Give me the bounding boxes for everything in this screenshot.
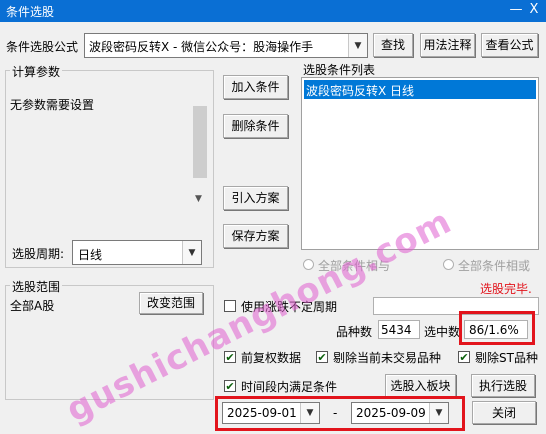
chevron-down-icon[interactable]: ▼ [348, 34, 367, 57]
count-value: 5434 [381, 323, 412, 337]
close-button[interactable]: 关闭 [472, 401, 536, 424]
prev-adjust-label: 前复权数据 [241, 351, 302, 365]
all-and-label: 全部条件相与 [318, 259, 391, 273]
conditions-list-item-label: 波段密码反转X 日线 [306, 84, 415, 98]
params-scrollbar[interactable]: ▼ [192, 90, 208, 212]
title-bar: 条件选股 — X [0, 0, 546, 22]
selected-label: 选中数 [424, 325, 461, 339]
scope-value: 全部A股 [10, 299, 55, 313]
exclude-st-label: 剔除ST品种 [475, 351, 538, 365]
find-button[interactable]: 查找 [373, 33, 413, 57]
to-block-button[interactable]: 选股入板块 [385, 374, 456, 397]
conditions-list-item[interactable]: 波段密码反转X 日线 [304, 80, 536, 99]
window-title: 条件选股 [6, 5, 55, 19]
params-group-title: 计算参数 [10, 63, 63, 80]
time-range-checkbox[interactable]: ✔ [224, 380, 236, 392]
all-or-label: 全部条件相或 [458, 259, 531, 273]
save-plan-button[interactable]: 保存方案 [223, 224, 288, 248]
close-window-button[interactable]: X [526, 2, 542, 18]
params-empty-text: 无参数需要设置 [10, 98, 95, 112]
run-selection-button[interactable]: 执行选股 [471, 374, 535, 397]
time-range-label: 时间段内满足条件 [241, 380, 338, 394]
use-uncertain-label: 使用涨跌不定周期 [241, 300, 338, 314]
formula-label: 条件选股公式 [6, 40, 79, 54]
highlight-box-selected [459, 311, 535, 345]
all-and-radio[interactable] [303, 259, 314, 270]
scroll-down-icon[interactable]: ▼ [195, 194, 202, 204]
period-value: 日线 [78, 248, 103, 262]
import-plan-button[interactable]: 引入方案 [223, 186, 288, 210]
period-label: 选股周期: [12, 247, 65, 261]
status-text: 选股完毕. [480, 282, 532, 296]
change-scope-button[interactable]: 改变范围 [139, 292, 203, 314]
exclude-untraded-label: 剔除当前未交易品种 [333, 351, 442, 365]
prev-adjust-checkbox[interactable]: ✔ [224, 351, 236, 363]
minimize-button[interactable]: — [508, 2, 524, 18]
exclude-untraded-checkbox[interactable]: ✔ [316, 351, 328, 363]
exclude-st-checkbox[interactable]: ✔ [458, 351, 470, 363]
conditions-title: 选股条件列表 [303, 63, 376, 77]
use-uncertain-checkbox[interactable] [224, 300, 236, 312]
scope-group-title: 选股范围 [10, 278, 63, 295]
all-or-radio[interactable] [443, 259, 454, 270]
highlight-box-dates [215, 396, 465, 431]
view-formula-button[interactable]: 查看公式 [481, 33, 538, 57]
remove-condition-button[interactable]: 删除条件 [223, 114, 288, 138]
formula-select[interactable]: 波段密码反转X - 微信公众号：股海操作手 ▼ [84, 33, 368, 58]
conditions-list[interactable]: 波段密码反转X 日线 [301, 77, 539, 250]
count-field: 5434 [378, 320, 420, 339]
count-label: 品种数 [336, 325, 373, 339]
scrollbar-thumb[interactable] [193, 106, 207, 178]
usage-button[interactable]: 用法注释 [420, 33, 475, 57]
chevron-down-icon[interactable]: ▼ [182, 241, 201, 264]
add-condition-button[interactable]: 加入条件 [223, 75, 288, 99]
formula-select-value: 波段密码反转X - 微信公众号：股海操作手 [89, 40, 314, 54]
period-select[interactable]: 日线 ▼ [72, 240, 202, 265]
